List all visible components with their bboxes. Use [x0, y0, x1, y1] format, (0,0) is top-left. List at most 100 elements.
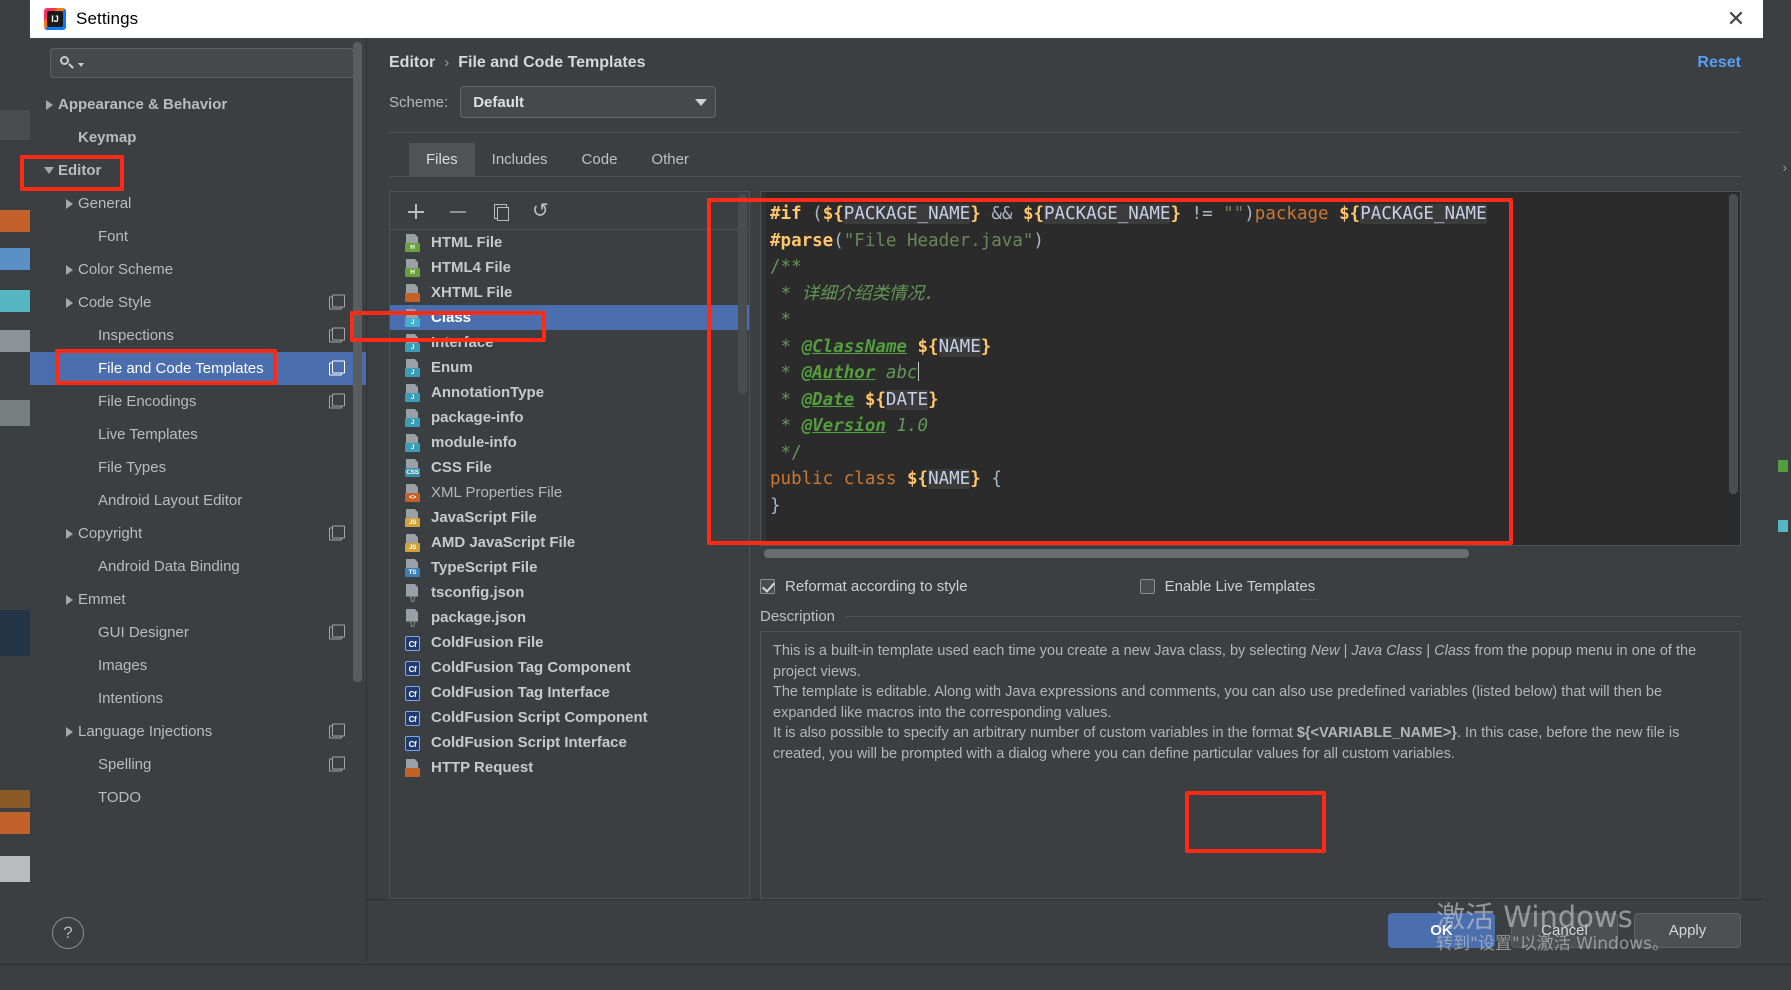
chevron-right-icon[interactable] [60, 528, 78, 539]
template-source[interactable]: #if (${PACKAGE_NAME} && ${PACKAGE_NAME} … [761, 192, 1740, 519]
close-icon[interactable]: ✕ [1709, 0, 1763, 38]
editor-gutter [761, 192, 766, 545]
editor-hscrollbar-thumb[interactable] [764, 549, 1469, 558]
description-header: Description [760, 600, 1741, 631]
template-list-item[interactable]: <> XML Properties File [390, 480, 749, 505]
template-list-item-label: package-info [431, 409, 524, 426]
sidebar-item-font[interactable]: Font [30, 220, 366, 253]
tree-scrollbar[interactable] [353, 42, 362, 732]
resize-grip-icon[interactable]: ⋯⋯ [1300, 594, 1320, 605]
template-list-item[interactable]: HTTP Request [390, 755, 749, 780]
tree-scrollbar-thumb[interactable] [353, 42, 362, 682]
template-list-item[interactable]: XHTML File [390, 280, 749, 305]
sidebar-item-android-data-binding[interactable]: Android Data Binding [30, 550, 366, 583]
bg-swatch [0, 790, 30, 808]
sidebar-item-label: Editor [58, 162, 102, 179]
template-code-editor[interactable]: #if (${PACKAGE_NAME} && ${PACKAGE_NAME} … [760, 191, 1741, 546]
template-list-item[interactable]: J Class [390, 305, 749, 330]
sidebar-item-code-style[interactable]: Code Style [30, 286, 366, 319]
file-type-icon: J [404, 383, 422, 402]
copy-icon[interactable] [490, 201, 510, 221]
template-list-item[interactable]: H HTML File [390, 230, 749, 255]
sidebar-item-copyright[interactable]: Copyright [30, 517, 366, 550]
template-list-item-label: tsconfig.json [431, 584, 525, 601]
template-tabs[interactable]: Files Includes Code Other [409, 143, 1763, 176]
minus-icon[interactable] [448, 201, 468, 221]
sidebar-item-color-scheme[interactable]: Color Scheme [30, 253, 366, 286]
sidebar-item-language-injections[interactable]: Language Injections [30, 715, 366, 748]
help-button[interactable]: ? [52, 917, 84, 949]
ok-button[interactable]: OK [1388, 913, 1495, 948]
tab-other[interactable]: Other [634, 143, 706, 176]
scheme-select[interactable]: Default [460, 86, 717, 118]
settings-tree[interactable]: Appearance & Behavior Keymap Editor General… [30, 86, 366, 963]
sidebar-item-file-and-code-templates[interactable]: File and Code Templates [30, 352, 366, 385]
description-title: Description [760, 608, 836, 625]
template-list-item[interactable]: JS JavaScript File [390, 505, 749, 530]
template-list-item[interactable]: Cf ColdFusion File [390, 630, 749, 655]
sidebar-item-emmet[interactable]: Emmet [30, 583, 366, 616]
live-templates-checkbox[interactable]: Enable Live Templates ⋯⋯ [1139, 578, 1319, 604]
template-list-item[interactable]: JS AMD JavaScript File [390, 530, 749, 555]
template-list-item[interactable]: J AnnotationType [390, 380, 749, 405]
chevron-right-icon[interactable] [60, 297, 78, 308]
breadcrumb: Editor › File and Code Templates Reset [367, 38, 1763, 72]
sidebar-item-images[interactable]: Images [30, 649, 366, 682]
breadcrumb-parent[interactable]: Editor [389, 54, 435, 72]
tab-includes[interactable]: Includes [475, 143, 565, 176]
sidebar-item-intentions[interactable]: Intentions [30, 682, 366, 715]
sidebar-item-label: File Encodings [98, 393, 197, 410]
template-list-item[interactable]: {} package.json [390, 605, 749, 630]
template-list-item[interactable]: Cf ColdFusion Script Component [390, 705, 749, 730]
search-input[interactable] [50, 48, 354, 78]
editor-scrollbar-thumb[interactable] [1729, 194, 1738, 494]
chevron-right-icon[interactable] [60, 594, 78, 605]
cancel-button[interactable]: Cancel [1511, 913, 1618, 948]
sidebar-item-inspections[interactable]: Inspections [30, 319, 366, 352]
tab-code[interactable]: Code [565, 143, 635, 176]
template-list-item[interactable]: Jpackage-info [390, 405, 749, 430]
editor-options: Reformat according to style Enable Live … [760, 560, 1741, 604]
template-list-item-label: HTTP Request [431, 759, 534, 776]
chevron-down-icon[interactable] [40, 167, 58, 174]
chevron-right-icon[interactable] [60, 264, 78, 275]
sidebar-item-general[interactable]: General [30, 187, 366, 220]
template-list-item[interactable]: Cf ColdFusion Tag Interface [390, 680, 749, 705]
undo-icon[interactable]: ↺ [532, 201, 552, 221]
sidebar-item-gui-designer[interactable]: GUI Designer [30, 616, 366, 649]
sidebar-item-android-layout-editor[interactable]: Android Layout Editor [30, 484, 366, 517]
template-list-item[interactable]: CSS CSS File [390, 455, 749, 480]
bg-swatch [0, 610, 30, 656]
apply-button[interactable]: Apply [1634, 913, 1741, 948]
templates-toolbar[interactable]: ↺ [390, 192, 749, 230]
sidebar-item-file-types[interactable]: File Types [30, 451, 366, 484]
sidebar-item-spelling[interactable]: Spelling [30, 748, 366, 781]
template-list-item[interactable]: J Enum [390, 355, 749, 380]
template-list-item-label: module-info [431, 434, 517, 451]
chevron-right-icon[interactable] [60, 198, 78, 209]
template-list-item[interactable]: H HTML4 File [390, 255, 749, 280]
sidebar-item-editor[interactable]: Editor [30, 154, 366, 187]
template-list-item[interactable]: J Interface [390, 330, 749, 355]
sidebar-item-todo[interactable]: TODO [30, 781, 366, 814]
sidebar-item-live-templates[interactable]: Live Templates [30, 418, 366, 451]
chevron-right-icon[interactable] [60, 726, 78, 737]
sidebar-item-appearance-behavior[interactable]: Appearance & Behavior [30, 88, 366, 121]
description-p1-class: Class [1434, 643, 1471, 659]
sidebar-item-file-encodings[interactable]: File Encodings [30, 385, 366, 418]
template-list-item[interactable]: TS TypeScript File [390, 555, 749, 580]
templates-list[interactable]: H HTML File H HTML4 File XHTML File J Class J In… [390, 230, 749, 898]
bg-swatch [0, 330, 30, 352]
template-list-item[interactable]: Cf ColdFusion Tag Component [390, 655, 749, 680]
templates-scrollbar-thumb[interactable] [738, 194, 747, 394]
template-list-item[interactable]: Jmodule-info [390, 430, 749, 455]
sidebar-item-keymap[interactable]: Keymap [30, 121, 366, 154]
template-list-item[interactable]: Cf ColdFusion Script Interface [390, 730, 749, 755]
editor-hscrollbar[interactable] [760, 546, 1741, 560]
reformat-checkbox[interactable]: Reformat according to style [760, 578, 968, 595]
plus-icon[interactable] [406, 201, 426, 221]
tab-files[interactable]: Files [409, 143, 475, 176]
template-list-item[interactable]: {} tsconfig.json [390, 580, 749, 605]
chevron-right-icon[interactable] [40, 99, 58, 110]
reset-link[interactable]: Reset [1697, 54, 1741, 72]
